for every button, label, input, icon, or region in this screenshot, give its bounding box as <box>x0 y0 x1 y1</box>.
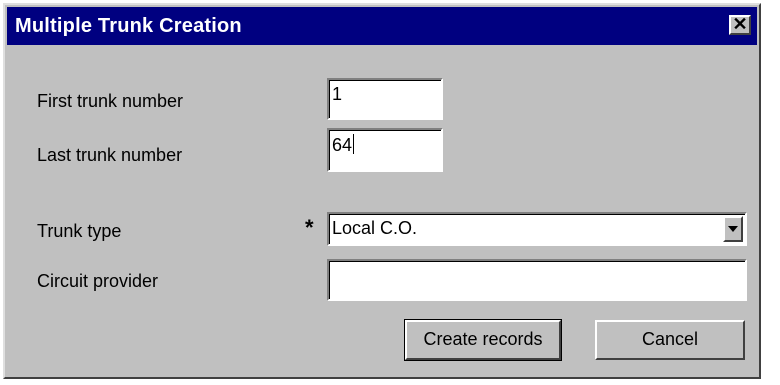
create-records-button[interactable]: Create records <box>404 319 562 361</box>
first-trunk-number-label: First trunk number <box>37 91 184 111</box>
last-trunk-number-value: 64 <box>332 135 353 155</box>
close-icon[interactable]: ✕ <box>729 15 751 35</box>
cancel-button[interactable]: Cancel <box>595 320 745 360</box>
first-trunk-number-value: 1 <box>332 84 343 104</box>
required-marker: * <box>305 215 314 240</box>
trunk-type-label: Trunk type <box>37 221 122 241</box>
trunk-type-selected-value: Local C.O. <box>332 218 418 238</box>
circuit-provider-label: Circuit provider <box>37 271 159 291</box>
last-trunk-number-label: Last trunk number <box>37 145 183 165</box>
last-trunk-number-input[interactable]: 64 <box>327 128 443 172</box>
title-bar[interactable]: Multiple Trunk Creation ✕ <box>7 7 757 45</box>
circuit-provider-input[interactable] <box>327 259 747 301</box>
first-trunk-number-input[interactable]: 1 <box>327 78 443 120</box>
trunk-type-select[interactable]: Local C.O. <box>327 212 747 246</box>
multiple-trunk-creation-dialog: Multiple Trunk Creation ✕ First trunk nu… <box>3 3 761 379</box>
window-title: Multiple Trunk Creation <box>15 15 242 37</box>
chevron-down-icon[interactable] <box>723 216 743 242</box>
text-cursor <box>353 134 355 154</box>
